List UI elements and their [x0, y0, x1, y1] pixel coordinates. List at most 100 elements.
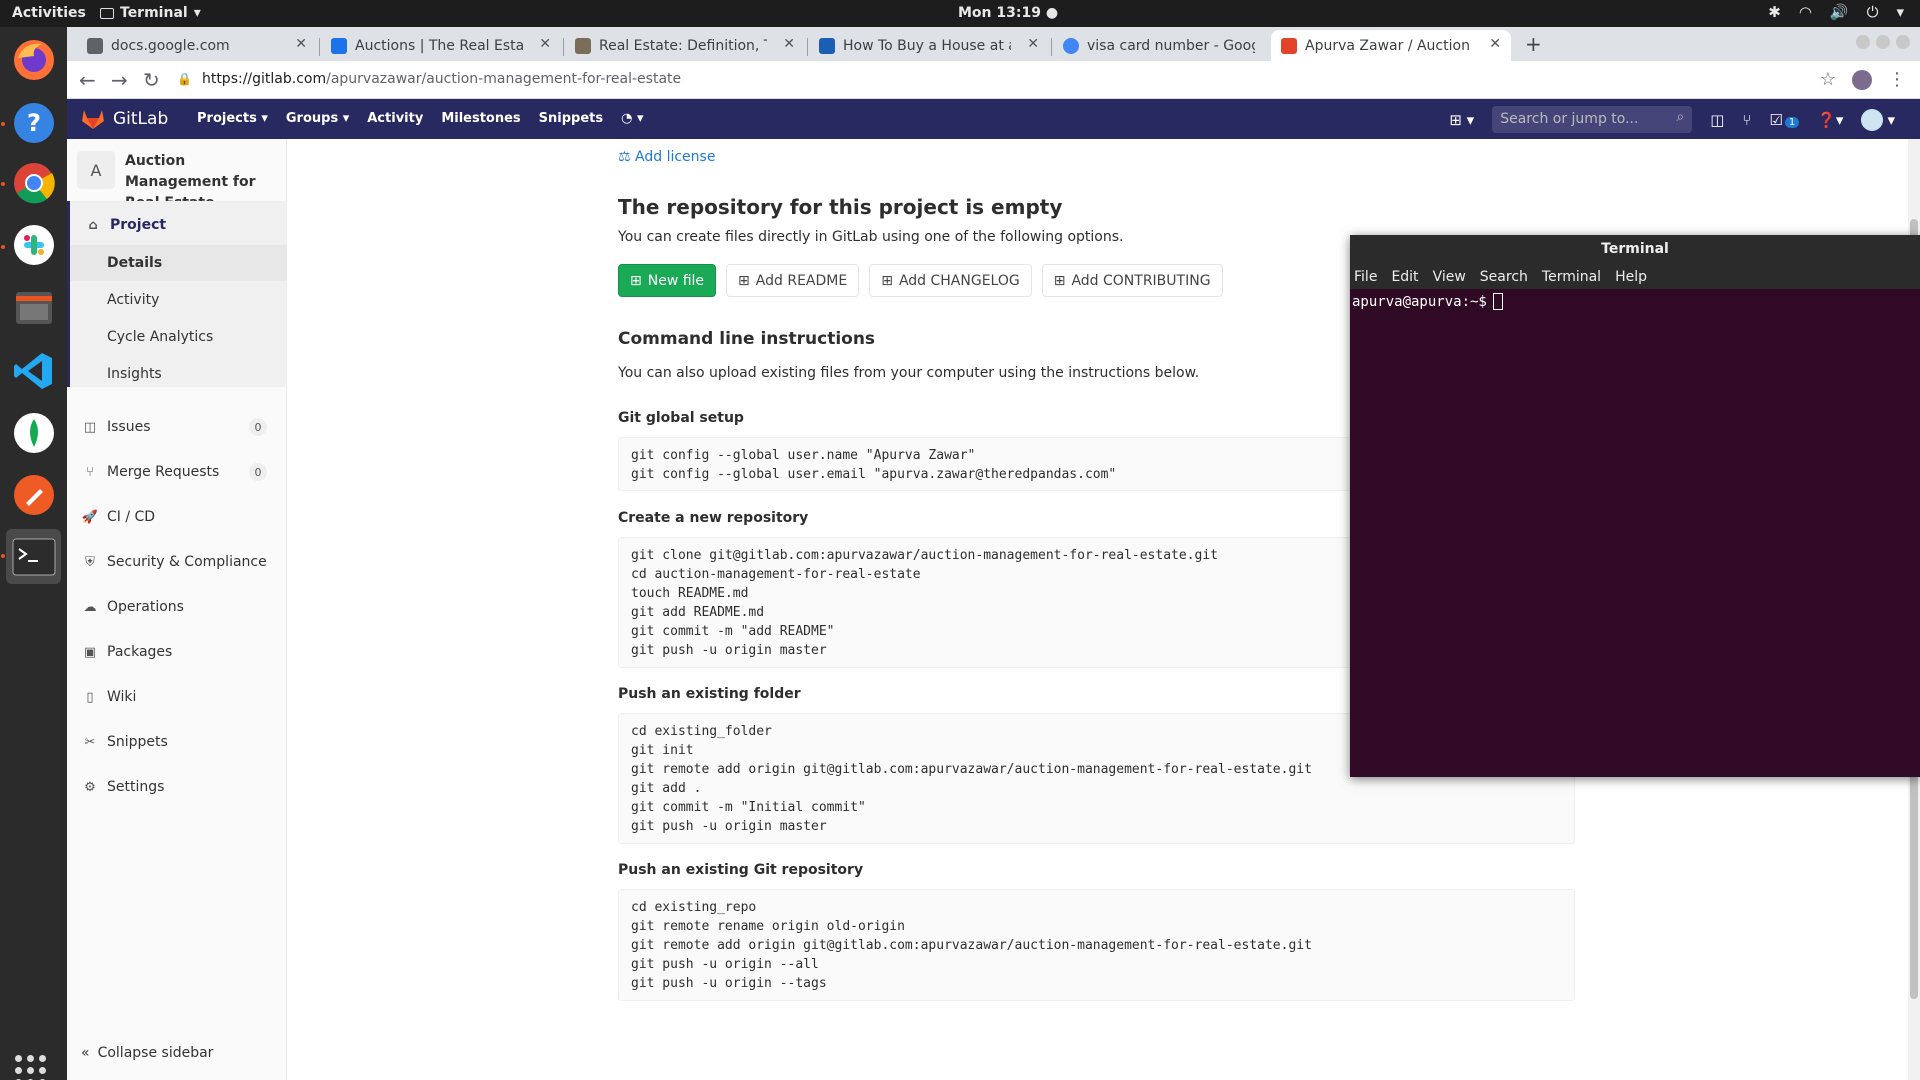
slack-icon[interactable] — [6, 217, 61, 272]
sidebar-item-operations[interactable]: ☁ Operations — [67, 589, 284, 625]
postman-icon[interactable] — [6, 467, 61, 522]
admin-gauge-icon[interactable]: ◔ ▾ — [621, 111, 643, 126]
sidebar-sub-cycle-analytics[interactable]: Cycle Analytics — [70, 319, 287, 355]
clock[interactable]: Mon 13:19 ● — [958, 5, 1058, 21]
docs-favicon-icon — [87, 37, 103, 54]
sidebar-item-label: Issues — [107, 419, 151, 435]
profile-avatar[interactable] — [1852, 69, 1872, 90]
browser-tab[interactable]: How To Buy a House at a ✕ — [809, 30, 1049, 61]
sidebar-item-project[interactable]: ⌂ Project — [70, 207, 287, 243]
firefox-icon[interactable] — [6, 32, 61, 87]
activities-button[interactable]: Activities — [12, 5, 86, 21]
house-favicon-icon — [819, 37, 835, 54]
sidebar-sub-details[interactable]: Details — [70, 245, 287, 281]
terminal-app-icon[interactable] — [6, 529, 61, 584]
sidebar-item-issues[interactable]: ◫ Issues 0 — [67, 409, 284, 445]
back-arrow-icon[interactable]: ← — [79, 68, 96, 92]
nav-milestones[interactable]: Milestones — [441, 111, 520, 126]
nav-activity[interactable]: Activity — [367, 111, 423, 126]
terminal-prompt: apurva@apurva:~$ — [1352, 293, 1487, 310]
menu-file[interactable]: File — [1354, 269, 1377, 285]
forward-arrow-icon[interactable]: → — [111, 68, 128, 92]
search-input[interactable]: Search or jump to... ⌕ — [1492, 106, 1693, 133]
maximize-icon[interactable] — [1876, 35, 1890, 49]
cloud-icon: ☁ — [83, 599, 97, 615]
code-block[interactable]: cd existing_repo git remote rename origi… — [618, 889, 1575, 1001]
new-tab-button[interactable]: + — [1525, 32, 1542, 56]
menu-help[interactable]: Help — [1615, 269, 1647, 285]
tab-title: Apurva Zawar / Auction M — [1305, 37, 1473, 54]
menu-terminal[interactable]: Terminal — [1542, 269, 1601, 285]
clock-label: Mon 13:19 — [958, 5, 1041, 21]
sidebar-item-ci-cd[interactable]: 🚀 CI / CD — [67, 499, 284, 535]
nav-groups[interactable]: Groups ▾ — [286, 111, 349, 126]
sidebar-item-label: Wiki — [107, 689, 137, 705]
terminal-body[interactable]: apurva@apurva:~$ — [1350, 289, 1920, 314]
gitlab-home-link[interactable]: GitLab — [81, 108, 168, 130]
new-file-button[interactable]: ⊞ New file — [618, 264, 717, 297]
browser-tab[interactable]: docs.google.com ✕ — [77, 30, 317, 61]
close-icon[interactable]: ✕ — [539, 36, 551, 52]
sidebar-item-wiki[interactable]: ▯ Wiki — [67, 679, 284, 715]
reload-icon[interactable]: ↻ — [143, 68, 160, 92]
sidebar-item-snippets[interactable]: ✂ Snippets — [67, 724, 284, 760]
browser-tab[interactable]: Real Estate: Definition, Ty ✕ — [565, 30, 805, 61]
merge-requests-nav-icon[interactable]: ⑂ — [1742, 111, 1751, 129]
search-placeholder: Search or jump to... — [1500, 111, 1639, 127]
button-label: Add CONTRIBUTING — [1071, 272, 1211, 289]
todos-nav-icon[interactable]: ☑ 1 — [1769, 111, 1800, 129]
close-icon[interactable]: ✕ — [783, 36, 795, 52]
sidebar-project-section: ⌂ Project Details Activity Cycle Analyti… — [67, 201, 287, 387]
browser-tab[interactable]: visa card number - Google ✕ — [1053, 30, 1293, 61]
files-icon[interactable] — [6, 280, 61, 335]
browser-tab-active[interactable]: Apurva Zawar / Auction M ✕ — [1271, 30, 1511, 61]
add-readme-button[interactable]: ⊞ Add README — [726, 264, 860, 297]
add-license-link[interactable]: ⚖ Add license — [618, 149, 715, 165]
cli-title: Command line instructions — [618, 329, 876, 349]
notification-dot-icon: ● — [1045, 5, 1059, 21]
menu-search[interactable]: Search — [1480, 269, 1528, 285]
tab-title: Auctions | The Real Estate — [355, 37, 523, 54]
collapse-sidebar-button[interactable]: « Collapse sidebar — [81, 1045, 213, 1061]
vscode-icon[interactable] — [6, 343, 61, 398]
book-icon: ▯ — [86, 689, 94, 705]
nav-snippets[interactable]: Snippets — [539, 111, 603, 126]
sidebar-sub-insights[interactable]: Insights — [70, 356, 287, 392]
menu-edit[interactable]: Edit — [1391, 269, 1418, 285]
issues-nav-icon[interactable]: ◫ — [1710, 111, 1724, 129]
app-menu[interactable]: Terminal ▾ — [100, 5, 201, 21]
close-icon[interactable]: ✕ — [295, 36, 307, 52]
section-title: Push an existing folder — [618, 686, 801, 702]
close-icon[interactable]: ✕ — [1489, 36, 1501, 52]
minimize-icon[interactable] — [1856, 35, 1870, 49]
show-applications-icon[interactable] — [15, 1055, 46, 1080]
terminal-title[interactable]: Terminal — [1350, 235, 1920, 264]
sidebar-item-settings[interactable]: ⚙ Settings — [67, 769, 284, 805]
star-icon[interactable]: ☆ — [1820, 69, 1836, 90]
chrome-icon[interactable] — [6, 155, 61, 210]
slack-tray-icon[interactable]: ✱ — [1768, 3, 1781, 21]
new-item-plus-icon[interactable]: ⊞ ▾ — [1449, 111, 1474, 129]
user-menu[interactable]: ▾ — [1861, 108, 1895, 131]
tab-title: How To Buy a House at a — [843, 37, 1011, 54]
terminal-window[interactable]: Terminal File Edit View Search Terminal … — [1350, 235, 1920, 777]
nav-projects[interactable]: Projects ▾ — [197, 111, 268, 126]
browser-tab[interactable]: Auctions | The Real Estate ✕ — [321, 30, 561, 61]
system-tray[interactable]: ✱ ◠ 🔊 ⏻ ▾ — [1768, 3, 1904, 21]
kebab-menu-icon[interactable]: ⋮ — [1888, 69, 1906, 90]
sidebar-item-packages[interactable]: ▣ Packages — [67, 634, 284, 670]
issues-count-badge: 0 — [249, 418, 267, 436]
close-window-icon[interactable] — [1896, 35, 1910, 49]
sidebar-sub-activity[interactable]: Activity — [70, 282, 287, 318]
url-field[interactable]: 🔒 https://gitlab.com/apurvazawar/auction… — [177, 71, 681, 87]
sidebar-item-security[interactable]: ⛨ Security & Compliance — [67, 544, 284, 580]
help-icon[interactable]: ? — [6, 95, 61, 150]
sidebar-item-merge-requests[interactable]: ⑂ Merge Requests 0 — [67, 454, 284, 490]
help-icon[interactable]: ❓▾ — [1817, 111, 1843, 129]
close-icon[interactable]: ✕ — [1027, 36, 1039, 52]
mongodb-compass-icon[interactable] — [6, 405, 61, 460]
add-contributing-button[interactable]: ⊞ Add CONTRIBUTING — [1041, 264, 1223, 297]
sidebar-item-label: Settings — [107, 779, 165, 795]
add-changelog-button[interactable]: ⊞ Add CHANGELOG — [869, 264, 1032, 297]
menu-view[interactable]: View — [1433, 269, 1466, 285]
